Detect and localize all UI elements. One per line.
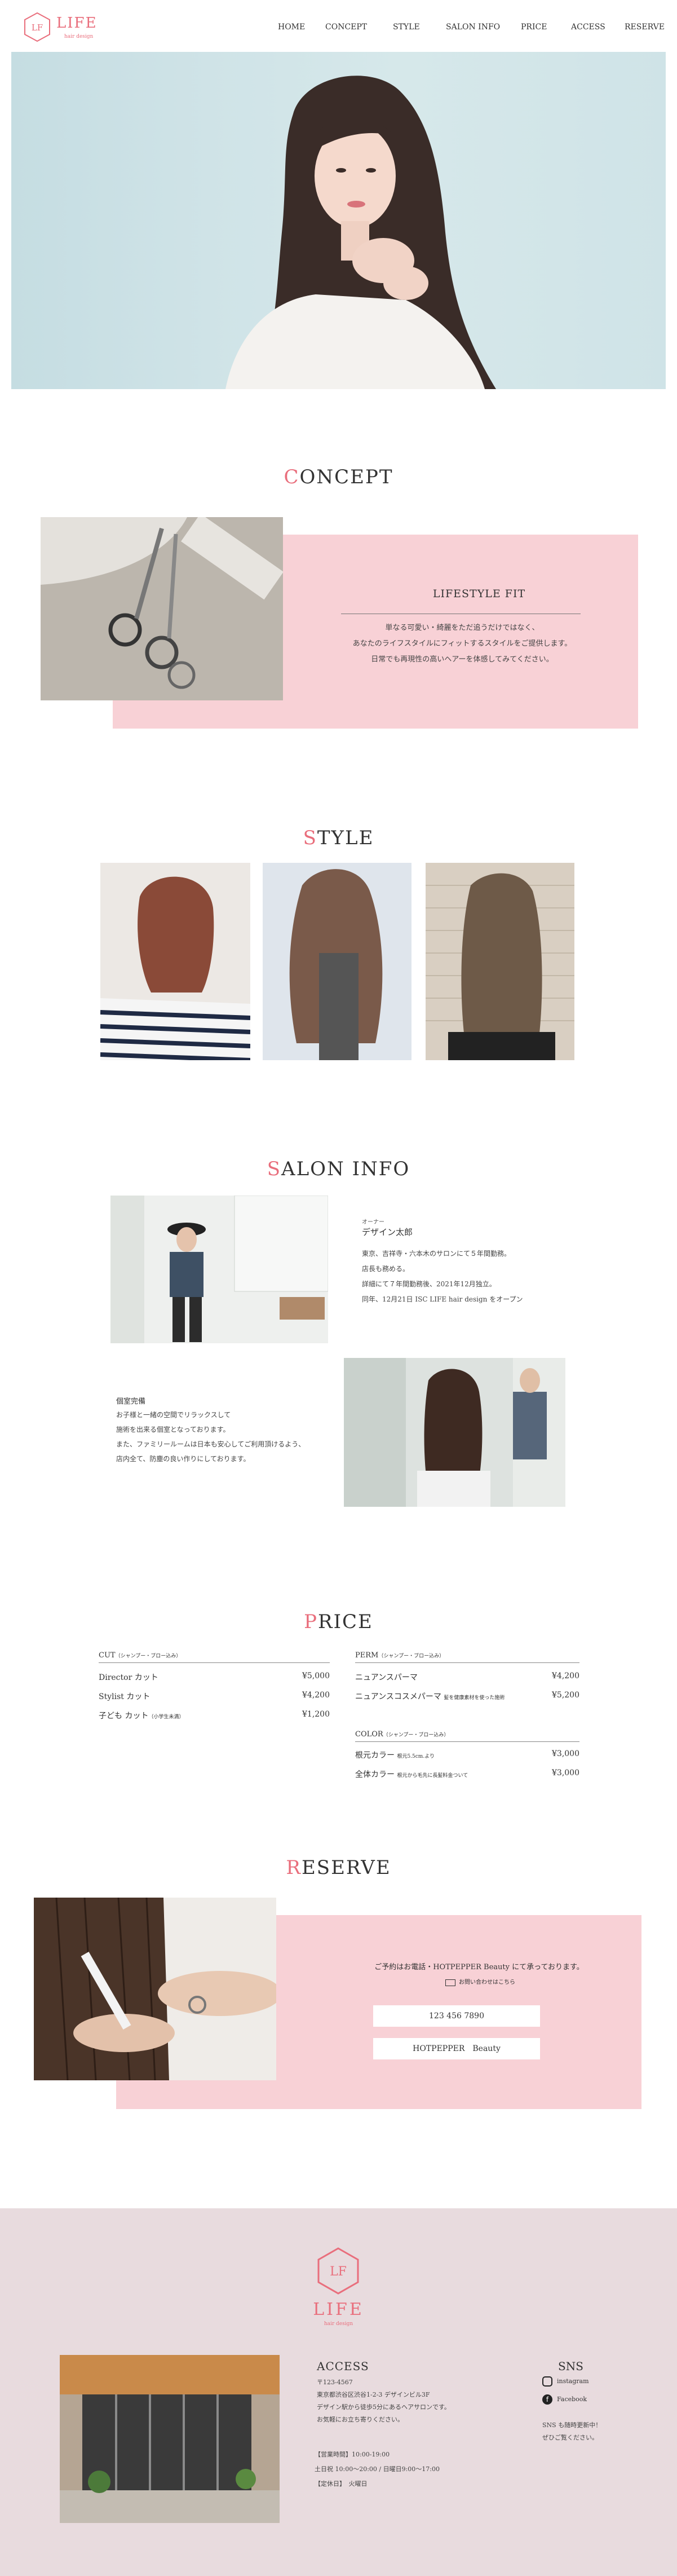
style-photo-wavy xyxy=(263,863,411,1060)
nav-reserve[interactable]: RESERVE xyxy=(625,23,665,32)
price-color-divider xyxy=(355,1741,579,1742)
footer-logo-subtitle: hair design xyxy=(324,2321,353,2327)
footer-facebook-link[interactable]: f Facebook xyxy=(542,2394,587,2405)
price-color-full-value: ¥3,000 xyxy=(552,1768,579,1777)
reserve-phone-button[interactable]: 123 456 7890 xyxy=(373,2005,540,2027)
salon-info-title: SALON INFO xyxy=(267,1158,410,1180)
owner-profile: 東京、吉祥寺・六本木のサロンにて５年間勤務。 店長も務める。 詳細にて７年間勤務… xyxy=(362,1250,523,1303)
footer-logo-text: LIFE xyxy=(313,2300,364,2319)
svg-text:LF: LF xyxy=(32,23,43,33)
price-cut-director-value: ¥5,000 xyxy=(302,1671,330,1680)
reserve-title: RESERVE xyxy=(286,1856,391,1879)
price-perm-cosme-value: ¥5,200 xyxy=(552,1691,579,1700)
style-title: STYLE xyxy=(303,827,374,849)
style-photo-bob xyxy=(100,863,250,1060)
logo-subtitle: hair design xyxy=(64,34,94,39)
owner-name: デザイン太郎 xyxy=(362,1227,413,1237)
instagram-icon xyxy=(542,2376,552,2387)
style-photo-long xyxy=(426,863,574,1060)
footer-storefront-photo xyxy=(60,2355,280,2523)
price-perm-cosme-name: ニュアンスコスメパーマ 髪を健康素材を使った施術 xyxy=(355,1692,505,1701)
owner-role: オーナー xyxy=(362,1219,384,1225)
price-color-full-name: 全体カラー 根元から毛先に長髪料金ついて xyxy=(355,1770,468,1779)
nav-price[interactable]: PRICE xyxy=(521,23,547,32)
logo-text[interactable]: LIFE xyxy=(56,15,98,32)
price-cut-kids-name: 子ども カット（小学生未満） xyxy=(99,1712,184,1721)
footer-sns-title: SNS xyxy=(558,2359,583,2373)
price-cut-heading: CUT（シャンプー・ブロー込み） xyxy=(99,1651,182,1660)
price-title: PRICE xyxy=(304,1611,373,1633)
reserve-haircut-photo xyxy=(34,1898,276,2080)
price-cut-director-name: Director カット xyxy=(99,1673,158,1682)
salon-owner-photo xyxy=(110,1196,328,1343)
footer-instagram-link[interactable]: instagram xyxy=(542,2376,589,2387)
nav-home[interactable]: HOME xyxy=(278,23,305,32)
concept-title: CONCEPT xyxy=(284,466,393,488)
hero-model-illustration xyxy=(225,76,496,389)
concept-scissors-photo xyxy=(41,517,283,700)
mail-icon xyxy=(445,1979,455,1986)
hero-image xyxy=(11,52,666,389)
footer-address: 〒123-4567 東京都渋谷区渋谷1-2-3 デザインビル3F デザイン駅から… xyxy=(317,2379,450,2423)
footer-access-title: ACCESS xyxy=(317,2359,369,2373)
footer-logo-hexagon-icon[interactable]: LF xyxy=(313,2246,364,2296)
price-perm-nuance-value: ¥4,200 xyxy=(552,1671,579,1680)
concept-heading: LIFESTYLE FIT xyxy=(432,588,526,600)
footer-sns-note: SNS も随時更新中！ ぜひご覧ください。 xyxy=(542,2421,602,2441)
price-color-heading: COLOR（シャンプー・ブロー込み） xyxy=(355,1730,449,1739)
price-cut-stylist-value: ¥4,200 xyxy=(302,1691,330,1700)
facebook-icon: f xyxy=(542,2394,552,2405)
reserve-lead: ご予約はお電話・HOTPEPPER Beauty にて承っております。 xyxy=(374,1963,584,1971)
nav-salon-info[interactable]: SALON INFO xyxy=(446,23,500,32)
nav-concept[interactable]: CONCEPT xyxy=(325,23,367,32)
nav-access[interactable]: ACCESS xyxy=(571,23,605,32)
nav-style[interactable]: STYLE xyxy=(393,23,420,32)
reserve-mail-link[interactable]: お問い合わせはこちら xyxy=(418,1977,542,1986)
price-color-root-name: 根元カラー 根元5.5cm.より xyxy=(355,1751,435,1760)
price-color-root-value: ¥3,000 xyxy=(552,1749,579,1758)
room-title: 個室完備 xyxy=(116,1397,146,1406)
price-cut-stylist-name: Stylist カット xyxy=(99,1692,151,1701)
room-description: お子様と一緒の空間でリラックスして 施術を出来る個室となっております。 また、フ… xyxy=(116,1411,306,1463)
price-perm-nuance-name: ニュアンスパーマ xyxy=(355,1673,418,1682)
concept-text: 単なる可愛い・綺麗をただ追うだけではなく、 あなたのライフスタイルにフィットする… xyxy=(352,624,572,664)
logo-hexagon-icon[interactable]: LF xyxy=(21,11,53,43)
svg-text:LF: LF xyxy=(330,2265,347,2279)
price-perm-heading: PERM（シャンプー・ブロー込み） xyxy=(355,1651,445,1660)
salon-interior-photo xyxy=(344,1358,565,1507)
price-perm-divider xyxy=(355,1662,579,1663)
reserve-hotpepper-button[interactable]: HOTPEPPER Beauty xyxy=(373,2038,540,2059)
footer-hours: 【営業時間】10:00-19:00 土日祝 10:00～20:00 / 日曜日9… xyxy=(315,2451,440,2487)
price-cut-divider xyxy=(99,1662,330,1663)
price-cut-kids-value: ¥1,200 xyxy=(302,1710,330,1719)
